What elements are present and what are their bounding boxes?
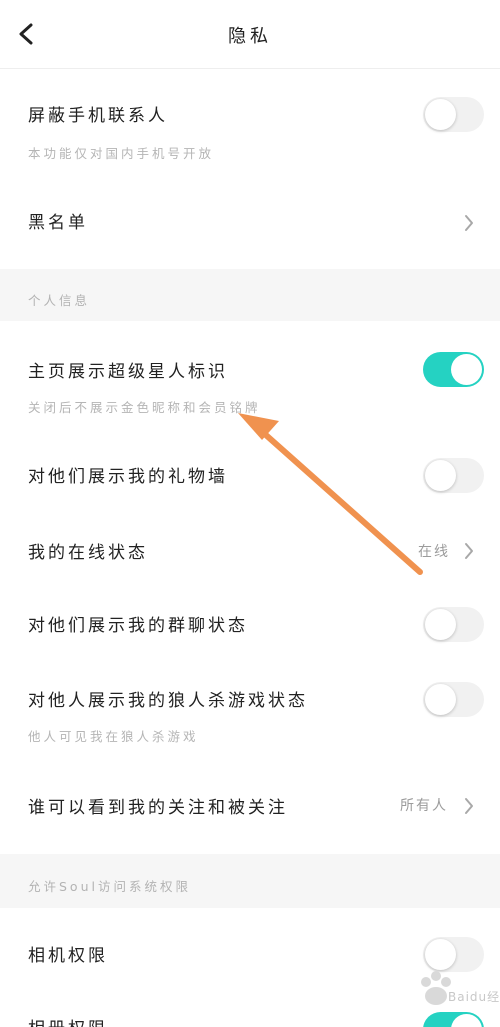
gift-wall-toggle[interactable]: [423, 458, 484, 493]
setting-gift-wall: 对他们展示我的礼物墙: [0, 436, 500, 513]
super-star-badge-toggle[interactable]: [423, 352, 484, 387]
section-label: 允许Soul访问系统权限: [28, 879, 191, 894]
setting-title: 我的在线状态: [28, 543, 148, 563]
toggle-knob: [425, 939, 456, 970]
chevron-right-icon: [465, 215, 473, 231]
toggle-knob: [425, 609, 456, 640]
chevron-right-icon: [465, 543, 473, 559]
chevron-right-icon: [465, 798, 473, 814]
setting-werewolf-status: 对他人展示我的狼人杀游戏状态 他人可见我在狼人杀游戏: [0, 661, 500, 769]
online-status-value: 在线: [418, 544, 450, 560]
setting-title: 对他人展示我的狼人杀游戏状态: [28, 691, 308, 711]
toggle-knob: [425, 460, 456, 491]
werewolf-status-toggle[interactable]: [423, 682, 484, 717]
setting-title: 对他们展示我的群聊状态: [28, 616, 248, 636]
toggle-knob: [451, 1014, 482, 1027]
setting-online-status[interactable]: 我的在线状态 在线: [0, 513, 500, 587]
setting-group-chat-status: 对他们展示我的群聊状态: [0, 587, 500, 661]
setting-title: 黑名单: [28, 213, 88, 233]
block-contacts-toggle[interactable]: [423, 97, 484, 132]
setting-super-star-badge: 主页展示超级星人标识 关闭后不展示金色昵称和会员铭牌: [0, 321, 500, 436]
page-title: 隐私: [228, 26, 272, 47]
setting-subtitle: 关闭后不展示金色昵称和会员铭牌: [28, 400, 261, 415]
setting-subtitle: 本功能仅对国内手机号开放: [28, 146, 215, 161]
toggle-knob: [425, 99, 456, 130]
watermark-text: Baidu经验: [448, 990, 500, 1004]
setting-title: 对他们展示我的礼物墙: [28, 467, 228, 487]
setting-title: 主页展示超级星人标识: [28, 362, 228, 382]
setting-title: 相册权限: [28, 1014, 108, 1027]
setting-subtitle: 他人可见我在狼人杀游戏: [28, 729, 199, 744]
album-permission-toggle[interactable]: [423, 1012, 484, 1027]
section-system-permissions: 允许Soul访问系统权限: [0, 854, 500, 908]
setting-title: 谁可以看到我的关注和被关注: [28, 798, 288, 818]
follow-visibility-value: 所有人: [400, 798, 448, 814]
camera-permission-toggle[interactable]: [423, 937, 484, 972]
setting-title: 相机权限: [28, 946, 108, 966]
setting-block-contacts: 屏蔽手机联系人 本功能仅对国内手机号开放: [0, 69, 500, 179]
section-label: 个人信息: [28, 293, 91, 308]
setting-title: 屏蔽手机联系人: [28, 106, 168, 126]
section-personal-info: 个人信息: [0, 269, 500, 321]
group-chat-status-toggle[interactable]: [423, 607, 484, 642]
toggle-knob: [451, 354, 482, 385]
setting-follow-visibility[interactable]: 谁可以看到我的关注和被关注 所有人: [0, 769, 500, 854]
header-bar: 隐私: [0, 0, 500, 69]
toggle-knob: [425, 684, 456, 715]
setting-blacklist[interactable]: 黑名单: [0, 179, 500, 269]
